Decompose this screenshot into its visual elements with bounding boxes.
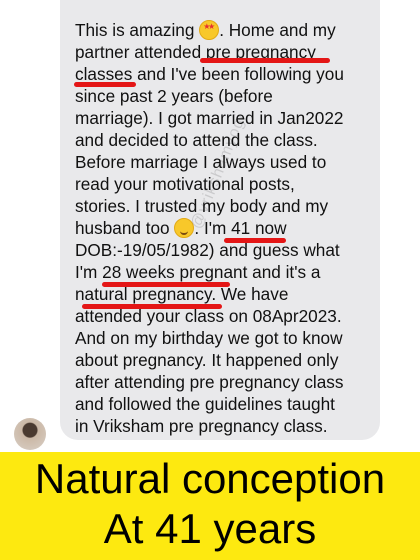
caption-banner: Natural conception At 41 years <box>0 452 420 560</box>
message-line: after attending pre pregnancy class <box>75 372 344 392</box>
chat-area: This is amazing . Home and my partner at… <box>0 0 420 452</box>
message-line: And on my birthday we got to know <box>75 328 343 348</box>
highlight-underline <box>224 238 286 243</box>
banner-headline: Natural conception <box>34 455 386 502</box>
highlight-underline <box>74 82 136 87</box>
message-fragment: This is amazing <box>75 20 195 40</box>
message-line: This is amazing . Home and my <box>75 19 344 41</box>
message-fragment: . Home and my <box>219 20 336 40</box>
star-struck-emoji-icon <box>199 20 220 40</box>
message-line: since past 2 years (before <box>75 86 273 106</box>
highlight-underline <box>82 304 222 309</box>
message-line: marriage). I got married in Jan2022 <box>75 108 344 128</box>
sender-avatar[interactable] <box>14 418 46 450</box>
banner-subline: At 41 years <box>103 505 317 552</box>
highlight-underline <box>102 282 230 287</box>
message-line: about pregnancy. It happened only <box>75 350 339 370</box>
message-line: DOB:-19/05/1982) and guess what <box>75 240 340 260</box>
message-line: husband too . I'm 41 now <box>75 217 344 239</box>
message-line: I'm 28 weeks pregnant and it's a <box>75 262 321 282</box>
message-line: and followed the guidelines taught <box>75 394 335 414</box>
message-line: in Vriksham pre pregnancy class. <box>75 416 328 436</box>
highlight-underline <box>200 58 330 63</box>
message-line: and decided to attend the class. <box>75 130 318 150</box>
message-fragment: husband too <box>75 218 170 238</box>
